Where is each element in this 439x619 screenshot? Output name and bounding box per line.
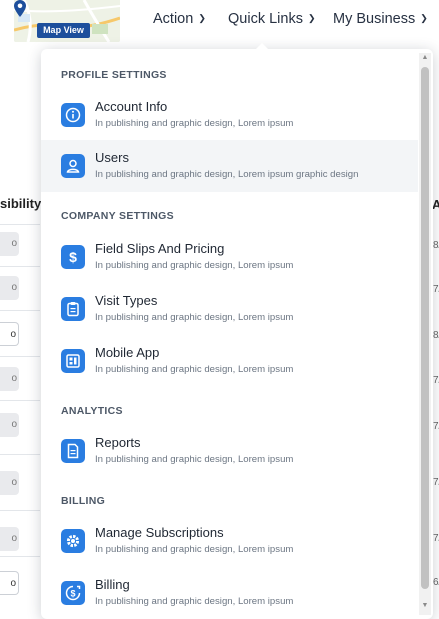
chevron-down-icon: ❯ — [420, 13, 428, 23]
menu-item-label: Field Slips And Pricing — [95, 241, 225, 256]
menu-item-label: Manage Subscriptions — [95, 525, 224, 540]
section-title-billing: BILLING — [61, 495, 106, 507]
info-icon — [61, 103, 85, 127]
table-divider — [0, 224, 40, 225]
dropdown-scrollbar-thumb[interactable] — [421, 67, 429, 589]
nav-my-business[interactable]: My Business ❯ — [333, 11, 428, 27]
document-icon — [61, 439, 85, 463]
map-pin-icon — [14, 0, 26, 17]
table-cell-pill[interactable]: o — [0, 367, 19, 391]
chevron-down-icon: ❯ — [198, 13, 206, 23]
menu-item-label: Users — [95, 150, 129, 165]
menu-item-visit-types[interactable]: Visit Types In publishing and graphic de… — [41, 283, 418, 335]
table-cell-pill[interactable]: o — [0, 413, 19, 437]
table-cell-pill[interactable]: o — [0, 571, 19, 595]
section-title-company-settings: COMPANY SETTINGS — [61, 210, 174, 222]
menu-item-account-info[interactable]: Account Info In publishing and graphic d… — [41, 89, 418, 141]
menu-item-description: In publishing and graphic design, Lorem … — [95, 544, 294, 555]
table-divider — [0, 454, 40, 455]
table-cell-date: 8/ — [433, 330, 439, 341]
menu-item-description: In publishing and graphic design, Lorem … — [95, 169, 359, 180]
menu-item-manage-subscriptions[interactable]: Manage Subscriptions In publishing and g… — [41, 515, 418, 567]
menu-item-label: Visit Types — [95, 293, 158, 308]
billing-icon: $ — [61, 581, 85, 605]
menu-item-field-slips-and-pricing[interactable]: $ Field Slips And Pricing In publishing … — [41, 231, 418, 283]
table-divider — [0, 510, 40, 511]
user-icon — [61, 154, 85, 178]
nav-quick-links-label: Quick Links — [228, 11, 303, 27]
table-divider — [0, 556, 40, 557]
my-business-dropdown: PROFILE SETTINGS Account Info In publish… — [41, 49, 433, 619]
dropdown-caret — [255, 43, 269, 50]
top-bar: Map View Action ❯ Quick Links ❯ My Busines… — [0, 0, 439, 46]
gear-icon — [61, 529, 85, 553]
menu-item-description: In publishing and graphic design, Lorem … — [95, 454, 294, 465]
menu-item-mobile-app[interactable]: Mobile App In publishing and graphic des… — [41, 335, 418, 387]
section-title-profile-settings: PROFILE SETTINGS — [61, 69, 167, 81]
chevron-down-icon: ❯ — [307, 13, 316, 23]
table-cell-date: 7/ — [433, 421, 439, 432]
scroll-down-icon[interactable]: ▼ — [421, 602, 429, 610]
map-view-button[interactable]: Map View — [37, 23, 90, 38]
menu-item-billing[interactable]: $ Billing In publishing and graphic desi… — [41, 567, 418, 619]
menu-item-label: Billing — [95, 577, 130, 592]
table-cell-date: 7/ — [433, 284, 439, 295]
nav-my-business-label: My Business — [333, 11, 416, 27]
table-cell-pill[interactable]: o — [0, 322, 19, 346]
scroll-up-icon[interactable]: ▲ — [421, 54, 429, 62]
table-cell-date: 8/ — [433, 240, 439, 251]
menu-item-label: Mobile App — [95, 345, 160, 360]
table-divider — [0, 400, 40, 401]
table-column-header: sibility — [0, 196, 42, 211]
table-cell-pill[interactable]: o — [0, 471, 19, 495]
table-cell-pill[interactable]: o — [0, 527, 19, 551]
section-title-analytics: ANALYTICS — [61, 405, 123, 417]
table-divider — [0, 356, 40, 357]
table-divider — [0, 266, 40, 267]
table-cell-date: 7/ — [433, 477, 439, 488]
table-cell-date: 7/ — [433, 533, 439, 544]
nav-action[interactable]: Action ❯ — [153, 11, 206, 27]
table-column-header-right: A — [432, 197, 439, 212]
menu-item-label: Account Info — [95, 99, 168, 114]
menu-item-description: In publishing and graphic design, Lorem … — [95, 596, 294, 607]
menu-item-label: Reports — [95, 435, 141, 450]
nav-quick-links[interactable]: Quick Links ❯ — [228, 11, 316, 27]
nav-action-label: Action — [153, 11, 194, 27]
table-cell-pill[interactable]: o — [0, 276, 19, 300]
menu-item-description: In publishing and graphic design, Lorem … — [95, 260, 294, 271]
menu-item-description: In publishing and graphic design, Lorem … — [95, 118, 294, 129]
table-cell-date: 7/ — [433, 375, 439, 386]
table-cell-pill[interactable]: o — [0, 232, 19, 256]
svg-text:$: $ — [70, 589, 75, 599]
menu-item-users[interactable]: Users In publishing and graphic design, … — [41, 140, 418, 192]
table-cell-date: 6/ — [433, 577, 439, 588]
table-divider — [0, 310, 40, 311]
mobile-app-icon — [61, 349, 85, 373]
dollar-icon: $ — [61, 245, 85, 269]
menu-item-description: In publishing and graphic design, Lorem … — [95, 312, 294, 323]
menu-item-reports[interactable]: Reports In publishing and graphic design… — [41, 425, 418, 477]
menu-item-description: In publishing and graphic design, Lorem … — [95, 364, 294, 375]
clipboard-icon — [61, 297, 85, 321]
